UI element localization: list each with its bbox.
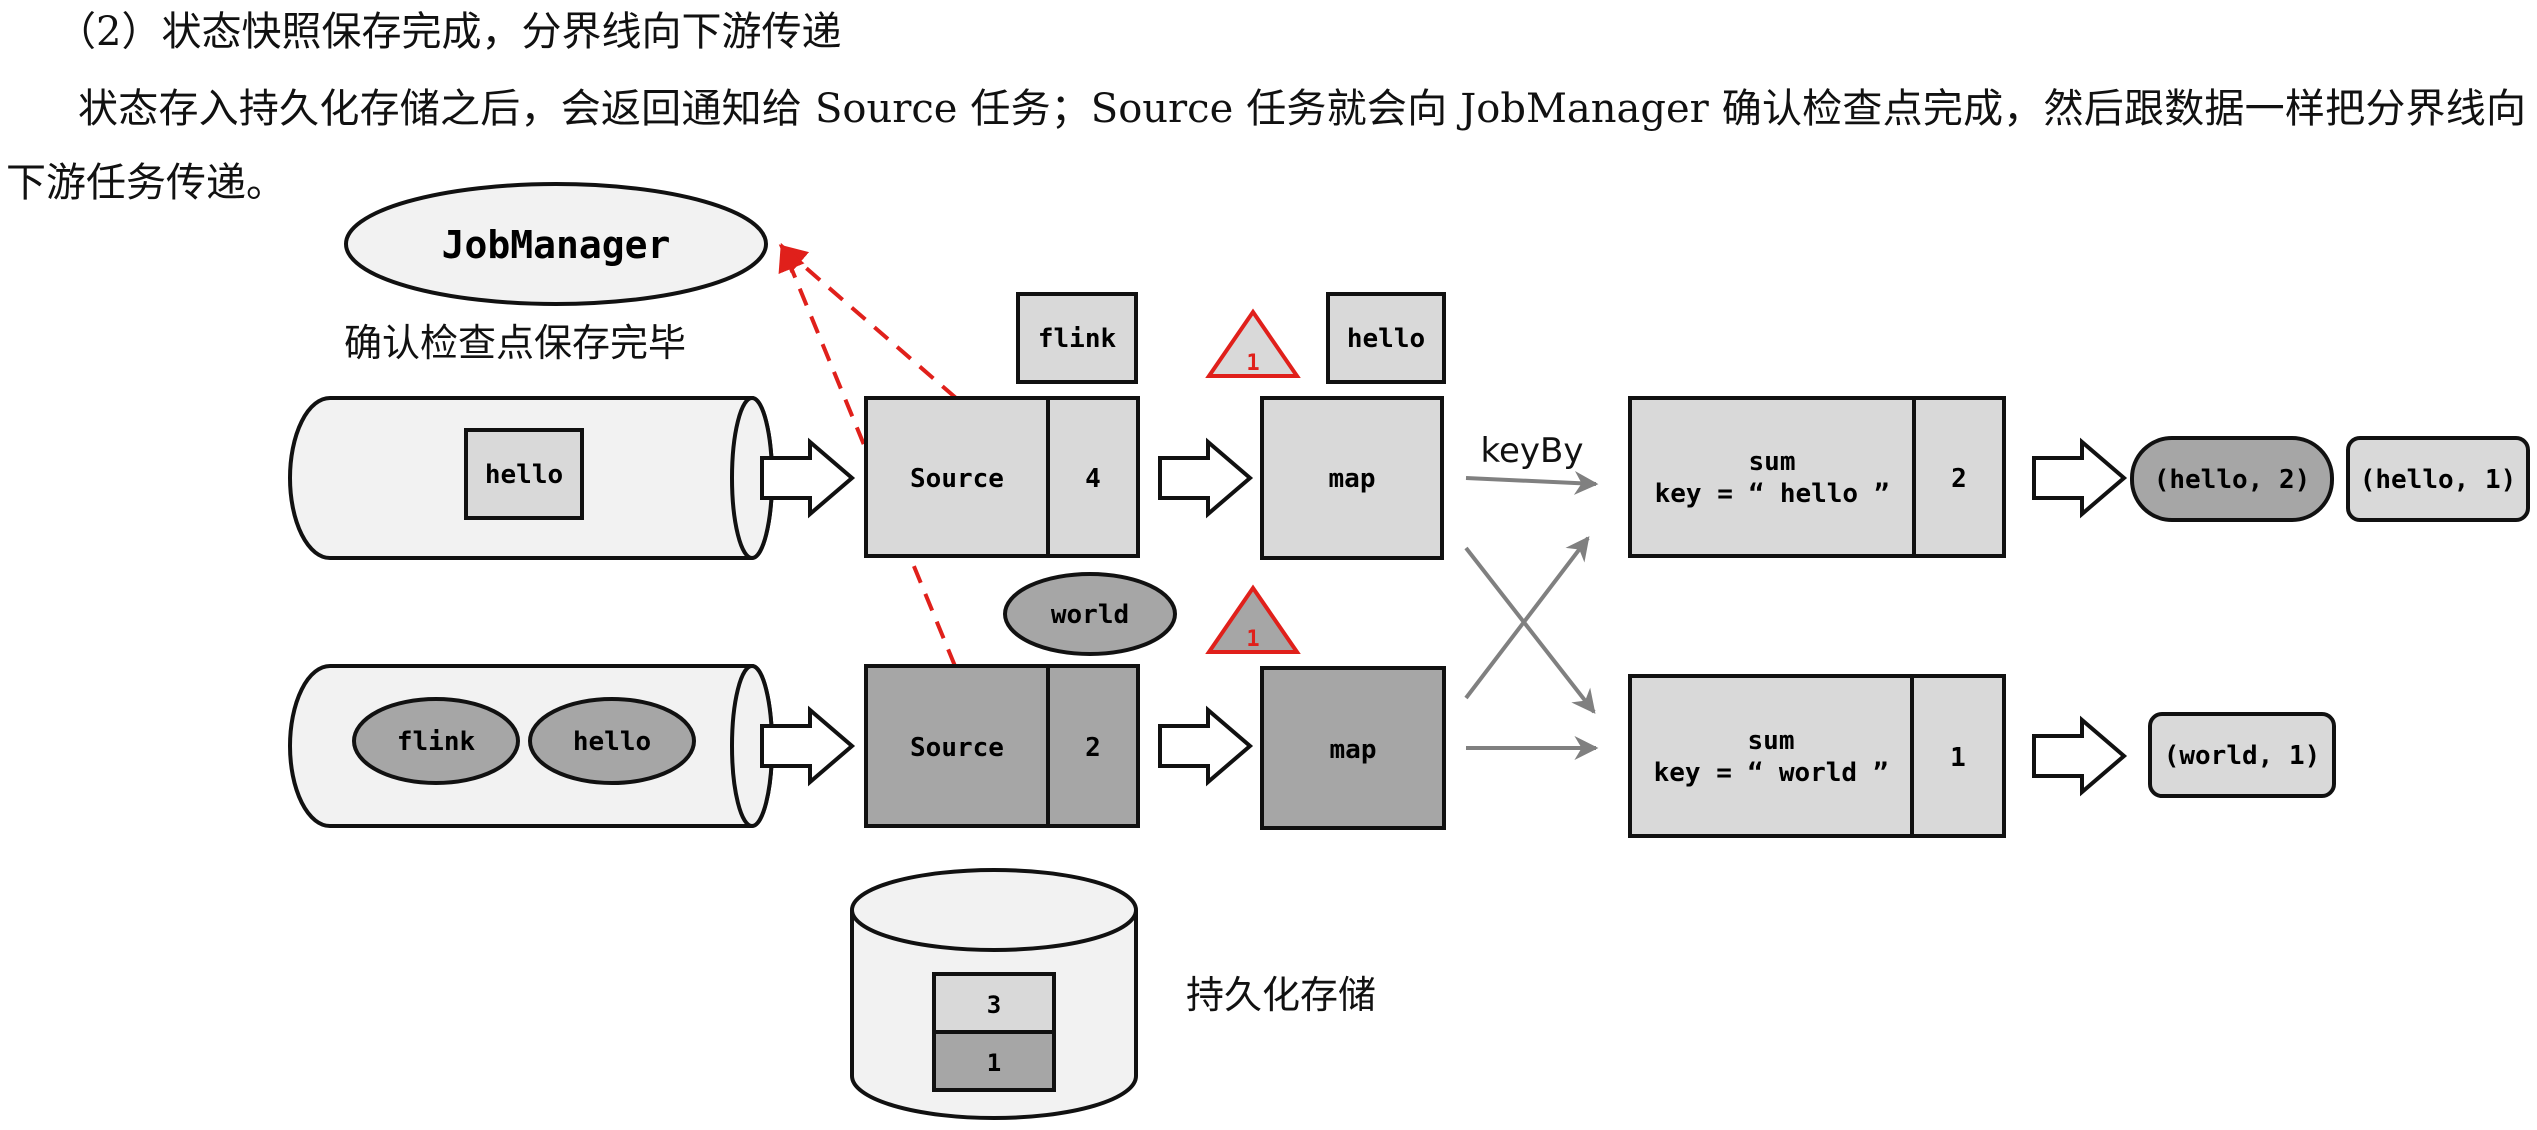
upper-source-label: Source	[910, 464, 1004, 494]
upper-queue-arrow	[760, 437, 856, 519]
upper-source-arrow	[1158, 437, 1254, 519]
upper-output-1: (hello, 2)	[2154, 465, 2311, 495]
lower-queue-item-2: hello	[573, 727, 651, 757]
upper-source-state: 4	[1085, 464, 1101, 494]
lower-output-records: (world, 1)	[2148, 712, 2336, 798]
upper-sum-state: 2	[1951, 464, 1967, 494]
upper-sum-task: sum key = “ hello ” 2	[1628, 396, 2006, 558]
upper-input-queue: hello	[288, 396, 774, 560]
svg-text:key = “ world ”: key = “ world ”	[1654, 758, 1889, 788]
upper-map-task: map	[1260, 396, 1444, 560]
lower-incoming-token: world	[1003, 572, 1177, 656]
lower-source-task: Source 2	[864, 664, 1140, 828]
upper-incoming-token: flink	[1016, 292, 1138, 384]
lower-queue-arrow	[760, 705, 856, 787]
lower-map-task: map	[1260, 666, 1446, 830]
keyby-arrows	[1464, 471, 1599, 760]
svg-text:sum: sum	[1749, 447, 1796, 477]
lower-source-label: Source	[910, 733, 1004, 763]
lower-queue-item-1: flink	[397, 727, 476, 757]
lower-output-1: (world, 1)	[2164, 741, 2321, 771]
keyby-label: keyBy	[1481, 431, 1584, 471]
storage-label: 持久化存储	[1186, 973, 1376, 1017]
svg-text:key = “ hello ”: key = “ hello ”	[1655, 479, 1890, 509]
svg-text:1: 1	[1246, 627, 1259, 652]
lower-input-queue: flink hello	[288, 664, 774, 828]
svg-text:1: 1	[1246, 351, 1259, 376]
lower-sum-arrow	[2032, 715, 2128, 797]
svg-text:world: world	[1051, 600, 1129, 630]
lower-source-arrow	[1158, 705, 1254, 787]
upper-map-token: hello	[1326, 292, 1446, 384]
upper-output-2: (hello, 1)	[2360, 465, 2517, 495]
upper-queue-item: hello	[485, 460, 563, 490]
svg-text:flink: flink	[1038, 324, 1117, 354]
upper-sum-arrow	[2032, 437, 2128, 519]
svg-text:map: map	[1330, 735, 1377, 765]
svg-text:map: map	[1329, 464, 1376, 494]
upper-output-records: (hello, 2) (hello, 1)	[2130, 436, 2530, 522]
jobmanager-node: JobManager	[344, 182, 768, 306]
storage-value-2: 1	[987, 1049, 1001, 1077]
lower-source-state: 2	[1085, 733, 1101, 763]
jobmanager-label: JobManager	[442, 223, 671, 267]
confirm-checkpoint-label: 确认检查点保存完毕	[344, 321, 686, 365]
lower-sum-task: sum key = “ world ” 1	[1628, 674, 2006, 838]
upper-barrier-icon: 1	[1205, 308, 1301, 378]
lower-sum-state: 1	[1950, 743, 1966, 773]
persistent-storage: 3 1	[850, 868, 1138, 1120]
svg-text:sum: sum	[1748, 726, 1795, 756]
storage-value-1: 3	[987, 991, 1001, 1019]
checkpoint-diagram: JobManager 确认检查点保存完毕 hello flink Source …	[288, 182, 2530, 1120]
svg-text:hello: hello	[1347, 324, 1425, 354]
lower-barrier-icon: 1	[1205, 584, 1301, 654]
upper-source-task: Source 4	[864, 396, 1140, 558]
